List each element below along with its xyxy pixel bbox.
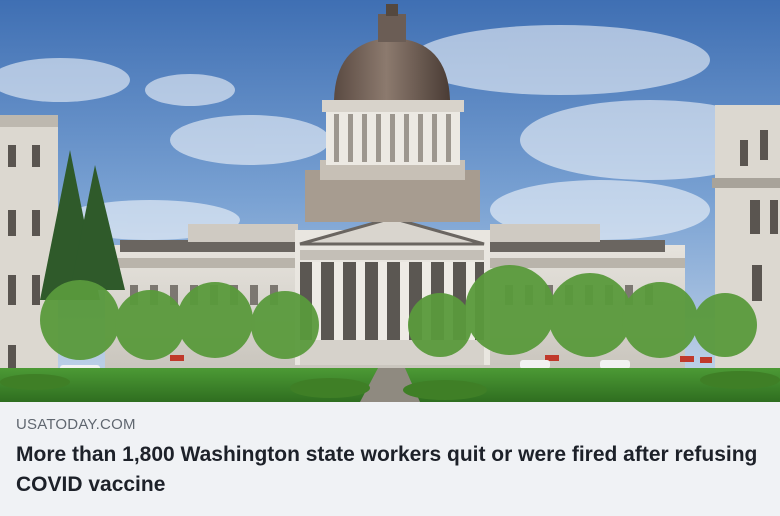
link-preview-meta[interactable]: USATODAY.COM More than 1,800 Washington … xyxy=(0,402,780,516)
source-domain: USATODAY.COM xyxy=(16,416,136,433)
article-headline[interactable]: More than 1,800 Washington state workers… xyxy=(16,440,768,500)
link-preview-card[interactable]: USATODAY.COM More than 1,800 Washington … xyxy=(0,0,780,516)
capitol-building-photo xyxy=(0,0,780,402)
article-photo[interactable] xyxy=(0,0,780,402)
